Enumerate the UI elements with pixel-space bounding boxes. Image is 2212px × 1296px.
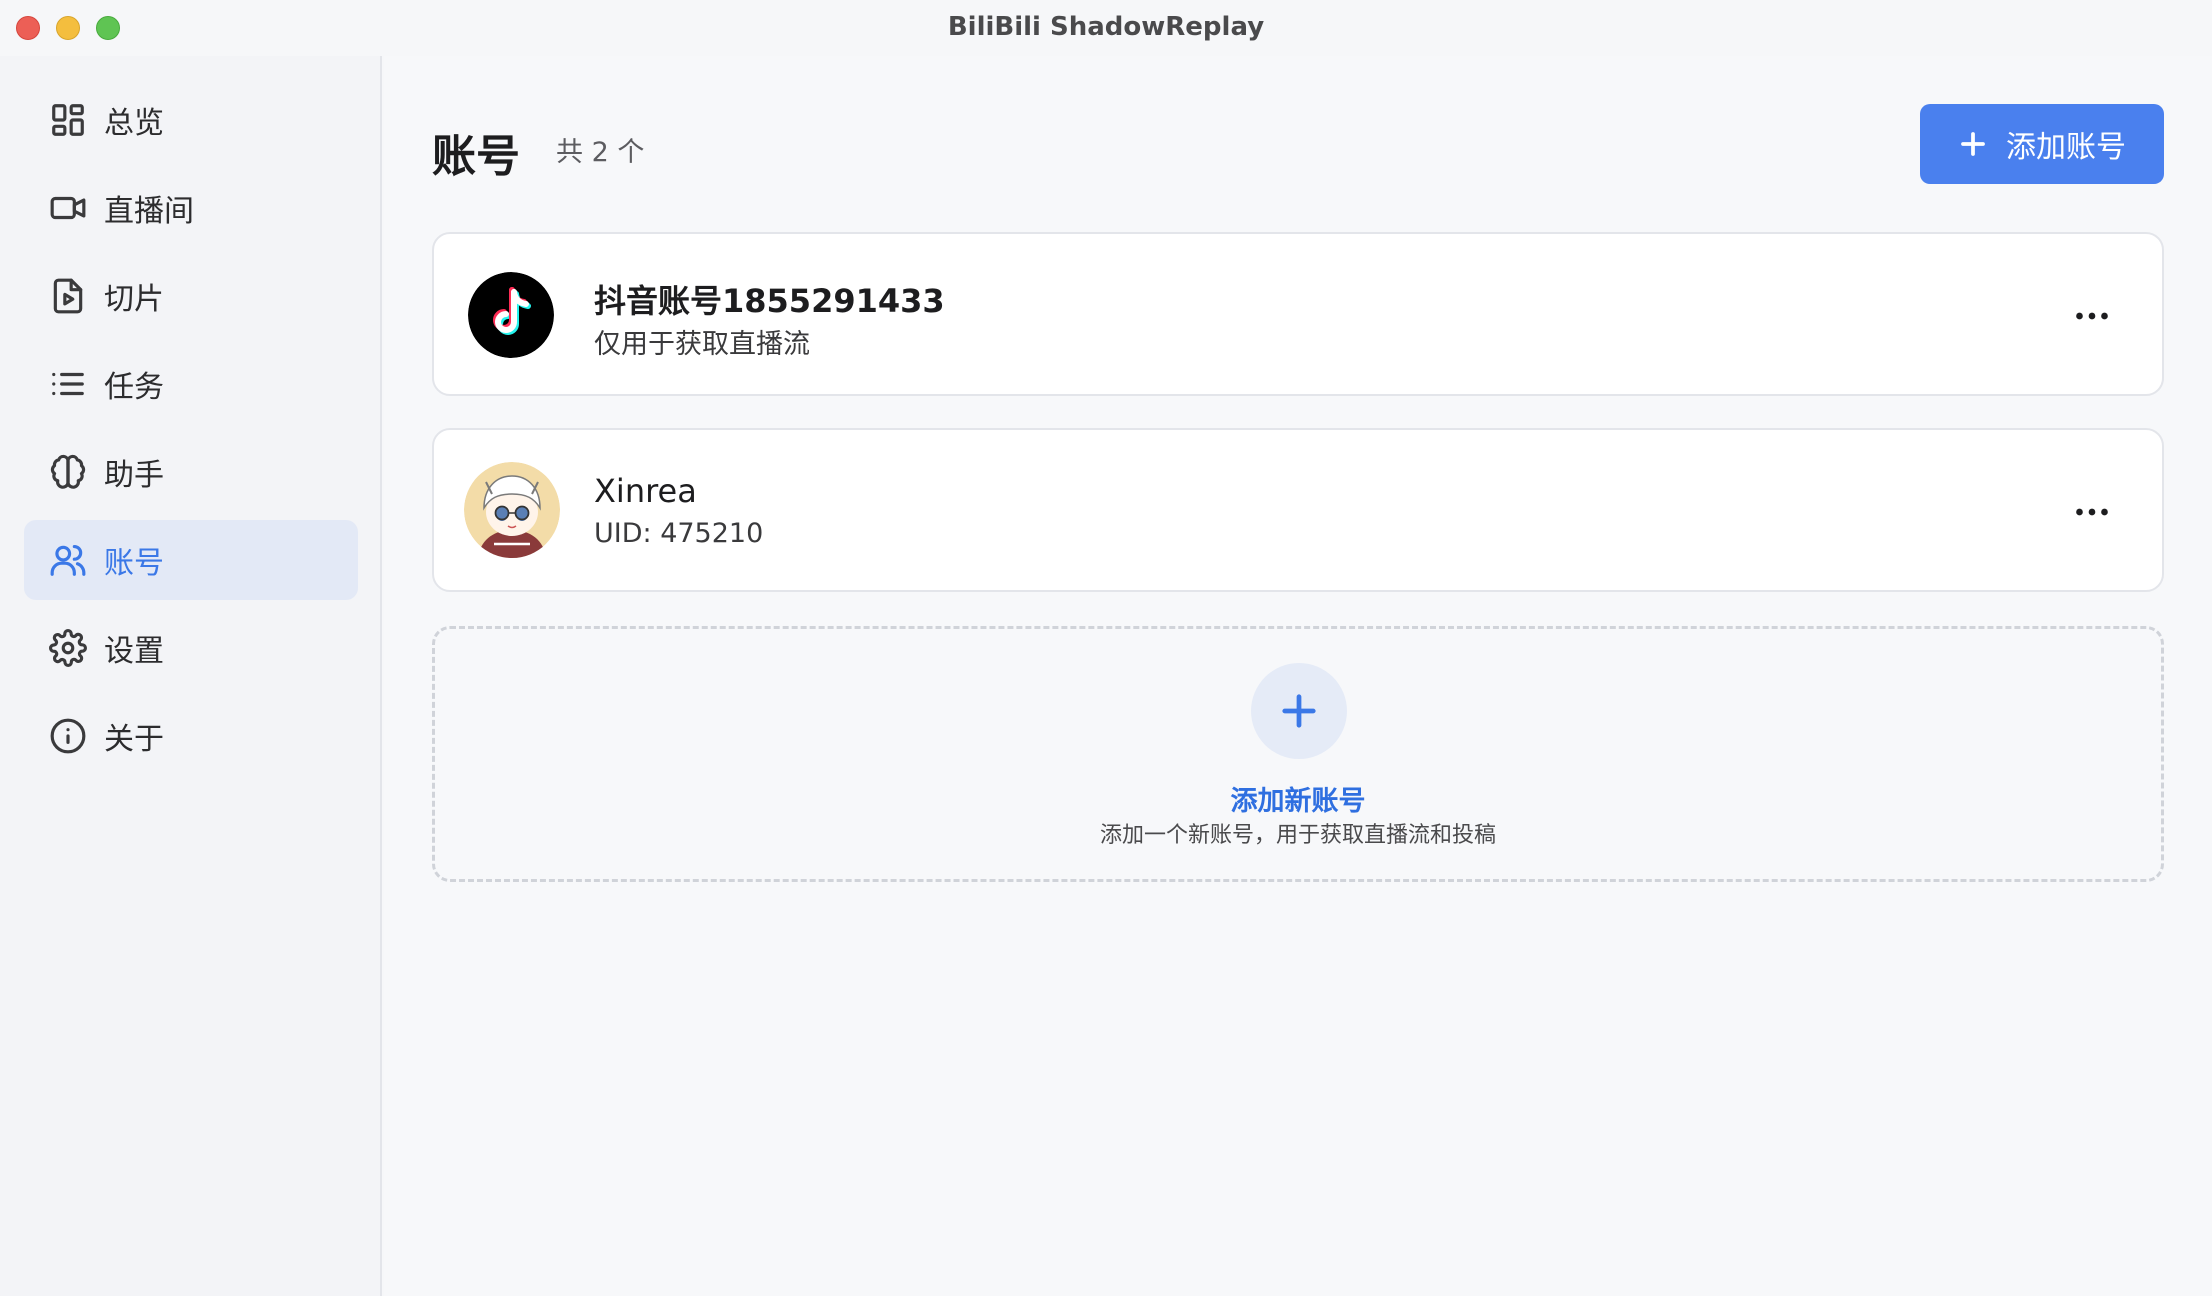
sidebar: 总览 直播间 切片 任务 助手 账号 设置 关于 [0,56,382,1296]
title-bar: BiliBili ShadowReplay [0,0,2212,56]
sidebar-item-overview[interactable]: 总览 [24,80,358,160]
more-dots-icon [2076,312,2108,320]
account-card: Xinrea UID: 475210 [432,428,2164,592]
add-new-account-description: 添加一个新账号，用于获取直播流和投稿 [1099,823,1496,848]
dashboard-icon [48,100,88,140]
sidebar-item-label: 总览 [104,106,164,141]
app-window: BiliBili ShadowReplay 总览 直播间 切片 任务 助手 账号… [0,0,2212,1296]
sidebar-item-live-rooms[interactable]: 直播间 [24,168,358,248]
sidebar-item-settings[interactable]: 设置 [24,608,358,688]
sidebar-item-accounts[interactable]: 账号 [24,520,358,600]
sidebar-item-assistant[interactable]: 助手 [24,432,358,512]
add-new-account-card[interactable]: 添加新账号 添加一个新账号，用于获取直播流和投稿 [432,626,2164,882]
brain-icon [48,452,88,492]
sidebar-item-about[interactable]: 关于 [24,696,358,776]
sidebar-item-tasks[interactable]: 任务 [24,344,358,424]
more-options-button[interactable] [2072,296,2112,336]
add-account-button-label: 添加账号 [2006,130,2126,165]
gear-icon [48,628,88,668]
sidebar-item-label: 助手 [104,458,164,493]
plus-icon [1282,694,1316,728]
info-icon [48,716,88,756]
account-name: 抖音账号1855291433 [594,282,945,320]
anime-avatar-icon [464,462,560,558]
account-name: Xinrea [594,472,697,510]
list-icon [48,364,88,404]
tiktok-logo-icon [468,272,554,358]
more-options-button[interactable] [2072,492,2112,532]
main-content: 账号 共 2 个 添加账号 抖音账号1855291433 仅用于获取直播流 Xi… [384,56,2212,1296]
account-subtitle: UID: 475210 [594,518,764,549]
more-dots-icon [2076,508,2108,516]
account-card: 抖音账号1855291433 仅用于获取直播流 [432,232,2164,396]
window-title: BiliBili ShadowReplay [947,12,1265,42]
plus-icon [1961,132,1985,156]
users-icon [48,540,88,580]
page-title: 账号 [432,131,520,182]
sidebar-item-label: 切片 [104,282,164,317]
sidebar-item-label: 关于 [104,722,164,757]
sidebar-item-label: 直播间 [104,194,194,229]
add-new-account-circle[interactable] [1251,663,1347,759]
add-account-button[interactable]: 添加账号 [1920,104,2164,184]
sidebar-item-label: 账号 [104,546,164,581]
video-file-icon [48,276,88,316]
account-count: 共 2 个 [556,137,645,168]
sidebar-item-label: 设置 [104,634,164,669]
video-camera-icon [48,188,88,228]
sidebar-item-label: 任务 [104,370,164,405]
add-new-account-title: 添加新账号 [1230,786,1366,817]
account-subtitle: 仅用于获取直播流 [594,329,810,360]
sidebar-item-clips[interactable]: 切片 [24,256,358,336]
